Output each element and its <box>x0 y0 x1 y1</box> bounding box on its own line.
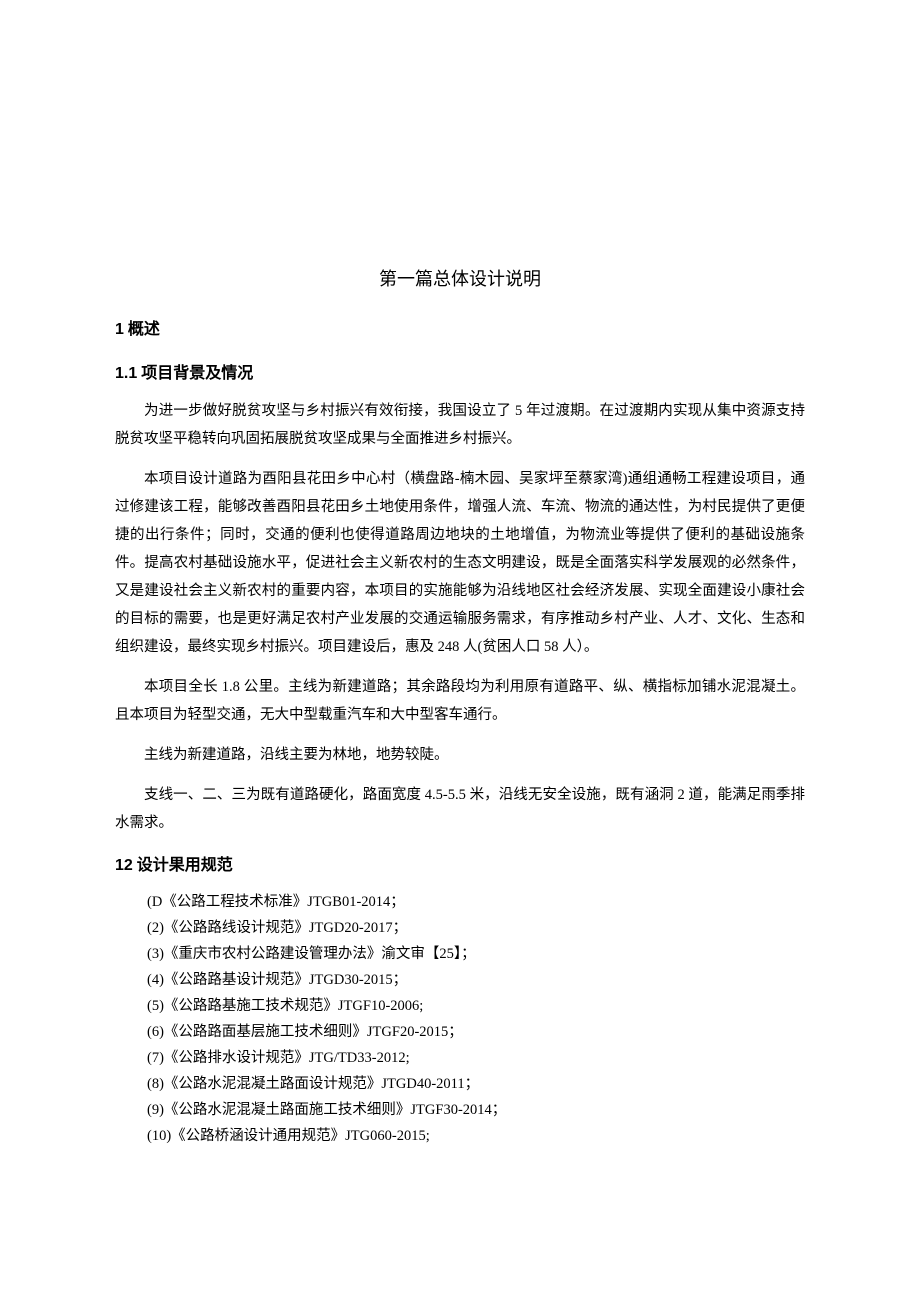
section-1-1-text: 项目背景及情况 <box>141 365 253 382</box>
paragraph-5: 支线一、二、三为既有道路硬化，路面宽度 4.5-5.5 米，沿线无安全设施，既有… <box>115 781 805 837</box>
spec-item: (7)《公路排水设计规范》JTG/TD33-2012; <box>147 1045 805 1071</box>
section-1-1-heading: 1.1项目背景及情况 <box>115 359 805 383</box>
spec-list: (D《公路工程技术标准》JTGB01-2014； (2)《公路路线设计规范》JT… <box>147 889 805 1149</box>
document-title: 第一篇总体设计说明 <box>115 265 805 291</box>
section-1-2-text: 设计果用规范 <box>137 857 233 874</box>
spec-item: (5)《公路路基施工技术规范》JTGF10-2006; <box>147 993 805 1019</box>
section-1-1-num: 1.1 <box>115 365 137 382</box>
spec-item: (D《公路工程技术标准》JTGB01-2014； <box>147 889 805 915</box>
paragraph-1: 为进一步做好脱贫攻坚与乡村振兴有效衔接，我国设立了 5 年过渡期。在过渡期内实现… <box>115 397 805 453</box>
section-1-num: 1 <box>115 321 124 338</box>
spec-item: (2)《公路路线设计规范》JTGD20-2017； <box>147 915 805 941</box>
section-1-text: 概述 <box>128 321 160 338</box>
spec-item: (9)《公路水泥混凝土路面施工技术细则》JTGF30-2014； <box>147 1097 805 1123</box>
spec-item: (3)《重庆市农村公路建设管理办法》渝文审【25】； <box>147 941 805 967</box>
paragraph-4: 主线为新建道路，沿线主要为林地，地势较陡。 <box>115 741 805 769</box>
paragraph-2: 本项目设计道路为酉阳县花田乡中心村（横盘路-楠木园、吴家坪至蔡家湾)通组通畅工程… <box>115 465 805 661</box>
spec-item: (6)《公路路面基层施工技术细则》JTGF20-2015； <box>147 1019 805 1045</box>
section-1-2-heading: 12设计果用规范 <box>115 851 805 875</box>
spec-item: (8)《公路水泥混凝土路面设计规范》JTGD40-2011； <box>147 1071 805 1097</box>
paragraph-3: 本项目全长 1.8 公里。主线为新建道路；其余路段均为利用原有道路平、纵、横指标… <box>115 673 805 729</box>
section-1-2-num: 12 <box>115 857 133 874</box>
spec-item: (4)《公路路基设计规范》JTGD30-2015； <box>147 967 805 993</box>
section-1-heading: 1概述 <box>115 315 805 339</box>
spec-item: (10)《公路桥涵设计通用规范》JTG060-2015; <box>147 1123 805 1149</box>
